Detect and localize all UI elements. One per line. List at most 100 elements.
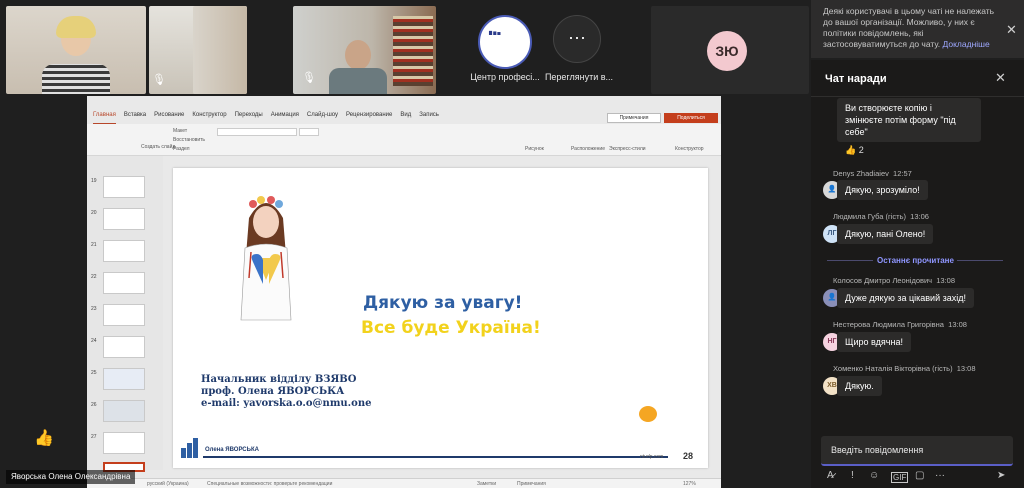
- message-meta: Хоменко Наталія Вікторівна (гість) 13:08: [833, 364, 976, 373]
- slide-thumbnails: 19 20 21 22 23 24 25 26 27: [87, 156, 163, 472]
- new-slide-button[interactable]: Создать слайд: [141, 144, 175, 150]
- status-notes[interactable]: Заметки: [477, 481, 496, 487]
- message-author: Хоменко Наталія Вікторівна (гість): [833, 364, 953, 373]
- message-input-placeholder: Введіть повідомлення: [831, 445, 924, 455]
- more-icon[interactable]: ···: [935, 470, 945, 481]
- gif-icon[interactable]: GIF: [891, 472, 909, 483]
- message-time: 12:57: [893, 169, 912, 178]
- message-meta: Людмила Губа (гість) 13:06: [833, 212, 929, 221]
- ukrainian-girl-illustration: [240, 196, 292, 321]
- tab-draw[interactable]: Рисование: [154, 112, 184, 124]
- message-author: Колосов Дмитро Леонідович: [833, 276, 933, 285]
- picture-button[interactable]: Рисунок: [525, 146, 544, 152]
- external-users-notice: Деякі користувачі в цьому чаті не належа…: [811, 0, 1024, 58]
- font-family-select[interactable]: [217, 128, 297, 136]
- emoji-icon[interactable]: ☺: [869, 470, 879, 481]
- org-logo-icon: [181, 438, 198, 458]
- slide-email: e-mail: yavorska.o.o@nmu.one: [201, 398, 372, 409]
- format-icon[interactable]: A̷: [827, 470, 834, 481]
- sticker-icon[interactable]: ▢: [915, 470, 924, 481]
- like-reaction[interactable]: 👍 2: [845, 145, 864, 156]
- last-read-divider: [827, 260, 873, 261]
- slide-number: 21: [91, 242, 97, 248]
- learn-more-link[interactable]: Докладніше: [943, 39, 990, 49]
- comments-button[interactable]: Примечания: [607, 113, 661, 123]
- slide-footer-line: [203, 456, 668, 458]
- status-accessibility[interactable]: Специальные возможности: проверьте реком…: [207, 481, 332, 487]
- slide-thumbnail[interactable]: [103, 240, 145, 262]
- chat-message[interactable]: Дуже дякую за цікавий захід!: [837, 288, 974, 308]
- participant-initials-tile[interactable]: ЗЮ: [651, 6, 809, 94]
- slide-title: Дякую за увагу!: [363, 293, 523, 313]
- close-icon[interactable]: ✕: [1006, 22, 1017, 38]
- tab-transitions[interactable]: Переходы: [235, 112, 263, 124]
- presenter-name: Яворська Олена Олександрівна: [6, 470, 136, 484]
- message-meta: Колосов Дмитро Леонідович 13:08: [833, 276, 955, 285]
- participant-hair: [56, 16, 96, 38]
- participant-video-1[interactable]: [6, 6, 146, 94]
- tab-review[interactable]: Рецензирование: [346, 112, 392, 124]
- reset-button[interactable]: Восстановить: [173, 137, 205, 143]
- share-button[interactable]: Поделиться: [664, 113, 718, 123]
- priority-icon[interactable]: !: [851, 470, 854, 481]
- tab-insert[interactable]: Вставка: [124, 112, 146, 124]
- chat-message[interactable]: Дякую.: [837, 376, 882, 396]
- tab-slideshow[interactable]: Слайд-шоу: [307, 112, 338, 124]
- org-logo-avatar[interactable]: ▇ ▆ ▅: [478, 15, 532, 69]
- slide-number: 22: [91, 274, 97, 280]
- current-slide[interactable]: Дякую за увагу! Все буде Україна! Началь…: [173, 168, 708, 468]
- slide-number: 27: [91, 434, 97, 440]
- message-time: 13:06: [910, 212, 929, 221]
- slide-number: 26: [91, 402, 97, 408]
- slide-thumbnail[interactable]: [103, 368, 145, 390]
- chat-message[interactable]: Дякую, пані Олено!: [837, 224, 934, 244]
- participant-video-4[interactable]: 🎙: [293, 6, 436, 94]
- message-input[interactable]: Введіть повідомлення: [821, 436, 1013, 466]
- chat-title: Чат наради: [825, 73, 887, 85]
- send-icon[interactable]: ➤: [997, 470, 1005, 481]
- chat-message[interactable]: Ви створюєте копію і змінюєте потім форм…: [837, 98, 981, 142]
- tab-home[interactable]: Главная: [93, 112, 116, 124]
- tab-animation[interactable]: Анимация: [271, 112, 299, 124]
- slide-thumbnail[interactable]: [103, 336, 145, 358]
- chat-header-divider: [811, 96, 1024, 97]
- designer-button[interactable]: Конструктор: [675, 146, 704, 152]
- slide-footer-url: ntudp.com: [640, 454, 664, 460]
- slide-subtitle: Все буде Україна!: [361, 318, 541, 338]
- message-meta: Нестерова Людмила Григорівна 13:08: [833, 320, 967, 329]
- font-size-select[interactable]: [299, 128, 319, 136]
- participant-video-3[interactable]: [193, 6, 247, 94]
- tab-view[interactable]: Вид: [400, 112, 411, 124]
- chat-message[interactable]: Щиро вдячна!: [837, 332, 911, 352]
- slide-thumbnail[interactable]: [103, 400, 145, 422]
- more-options-icon[interactable]: ···: [553, 15, 601, 63]
- slide-footer-name: Олена ЯВОРСЬКА: [205, 447, 259, 453]
- status-comments[interactable]: Примечания: [517, 481, 546, 487]
- slide-name: проф. Олена ЯВОРСЬКА: [201, 386, 345, 397]
- view-more-label[interactable]: Переглянути в...: [544, 72, 614, 82]
- tab-record[interactable]: Запись: [419, 112, 439, 124]
- shared-screen-powerpoint[interactable]: Главная Вставка Рисование Конструктор Пе…: [87, 96, 721, 488]
- message-text: Ви створюєте копію і: [845, 103, 932, 113]
- chat-message[interactable]: Дякую, зрозуміло!: [837, 180, 928, 200]
- slide-thumbnail[interactable]: [103, 208, 145, 230]
- slide-position: Начальник відділу ВЗЯВО: [201, 374, 357, 385]
- close-chat-icon[interactable]: ✕: [995, 70, 1006, 86]
- initials-avatar: ЗЮ: [707, 31, 747, 71]
- section-button[interactable]: Раздел: [173, 146, 190, 152]
- slide-number: 24: [91, 338, 97, 344]
- layout-button[interactable]: Макет: [173, 128, 187, 134]
- status-language: русский (Украина): [147, 481, 189, 487]
- slide-thumbnail[interactable]: [103, 272, 145, 294]
- quick-styles-button[interactable]: Экспресс-стили: [609, 146, 646, 152]
- arrange-button[interactable]: Расположение: [571, 146, 605, 152]
- slide-thumbnail[interactable]: [103, 432, 145, 454]
- slide-thumbnail[interactable]: [103, 304, 145, 326]
- message-text: себе": [845, 127, 868, 137]
- slide-thumbnail[interactable]: [103, 176, 145, 198]
- tab-design[interactable]: Конструктор: [192, 112, 226, 124]
- raised-hand-icon: 👍: [34, 430, 54, 447]
- message-author: Denys Zhadiaiev: [833, 169, 889, 178]
- zoom-level[interactable]: 127%: [683, 481, 696, 487]
- hand-clap-icon: [639, 406, 657, 422]
